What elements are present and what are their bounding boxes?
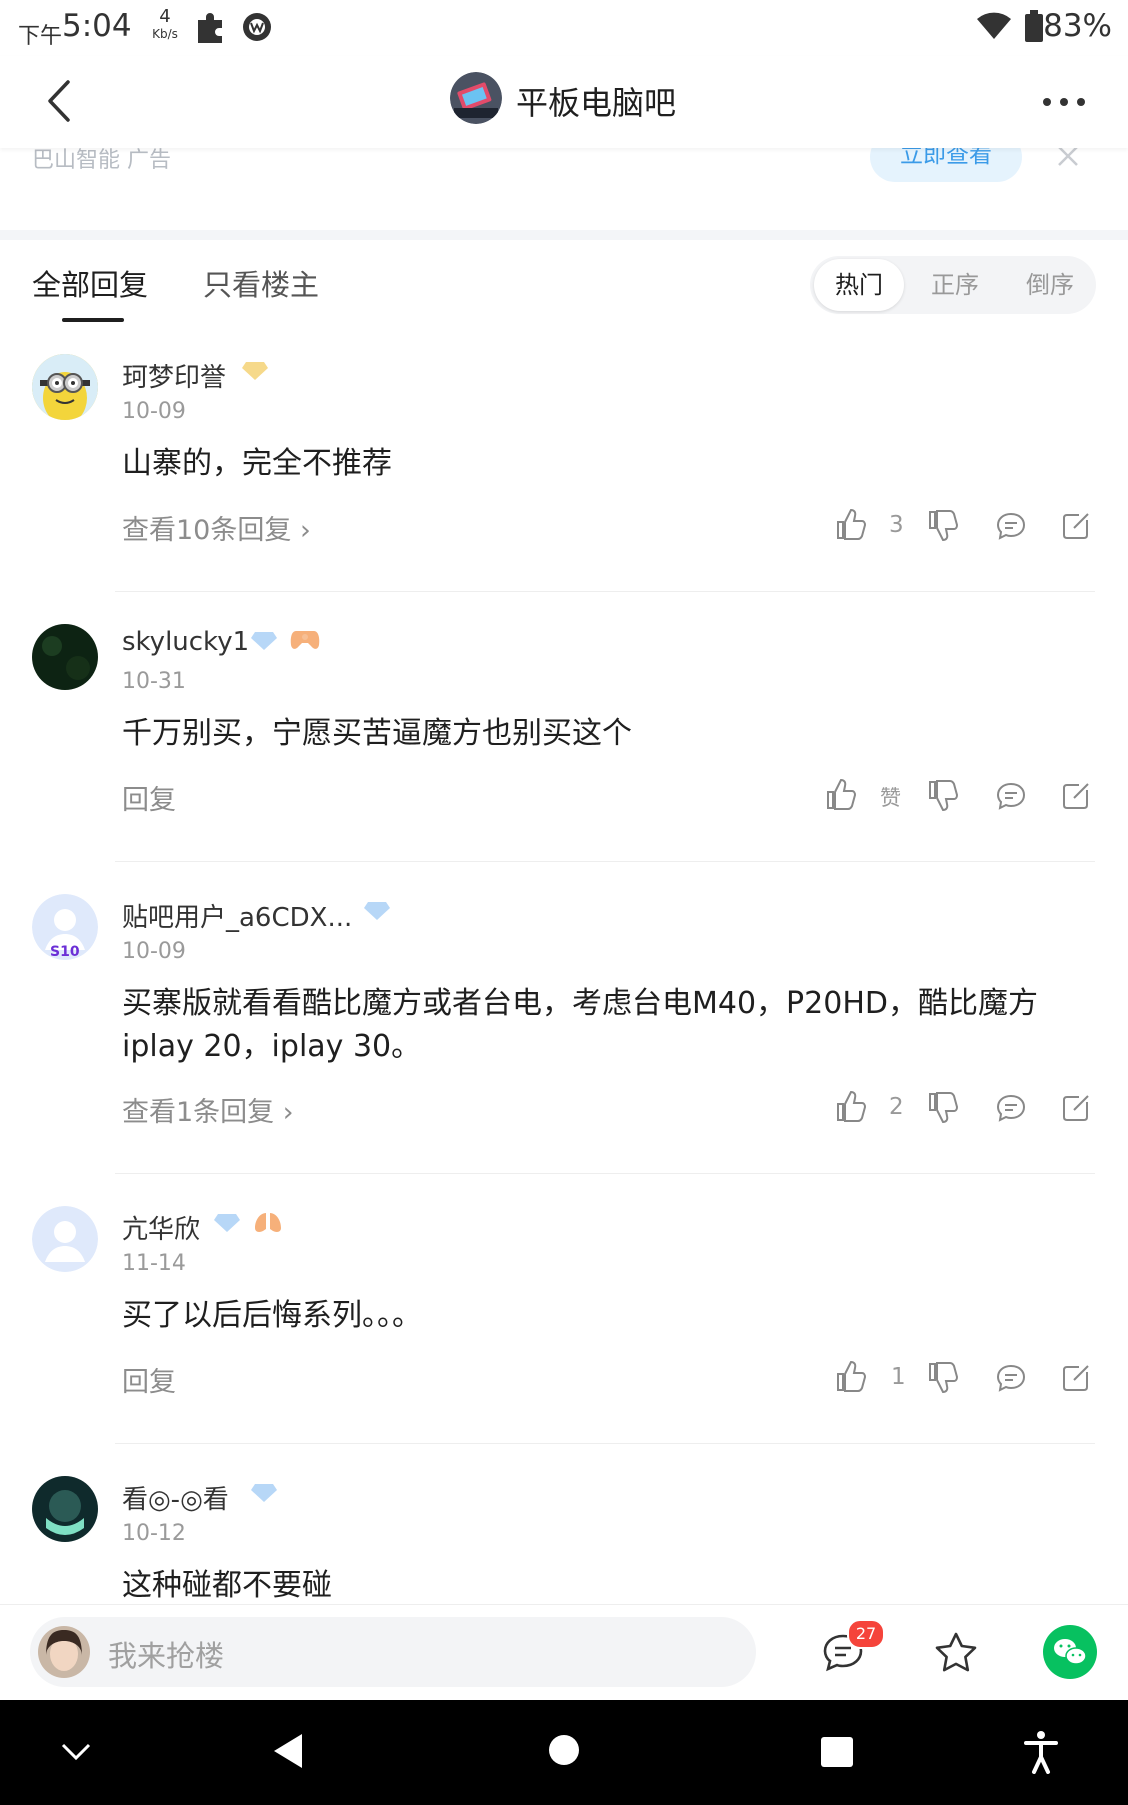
sort-hot[interactable]: 热门 (814, 259, 904, 311)
comment-text: 千万别买，宁愿买苦逼魔方也别买这个 (122, 716, 632, 751)
comment-text-line1: 买寨版就看看酷比魔方或者台电，考虑台电M40，P20HD，酷比魔方 (122, 986, 1038, 1021)
username[interactable]: skylucky1 (122, 627, 249, 657)
like-count: 2 (889, 1094, 904, 1120)
comment-icon[interactable] (996, 1094, 1026, 1122)
reply-input-placeholder: 我来抢楼 (108, 1639, 225, 1673)
post-date: 10-12 (122, 1521, 186, 1546)
battery-percent: 83% (1043, 8, 1112, 44)
lungs-badge-icon (253, 1210, 283, 1234)
network-speed-value: 4 (159, 6, 171, 27)
sort-switch: 热门 正序 倒序 (810, 256, 1096, 314)
forum-avatar[interactable] (450, 72, 502, 124)
username[interactable]: 亢华欣 (122, 1209, 200, 1246)
comment-text: 这种碰都不要碰 (122, 1568, 332, 1603)
username[interactable]: 珂梦印誉 (122, 357, 226, 394)
diamond-badge-icon (251, 1482, 277, 1502)
tab-all-replies[interactable]: 全部回复 (32, 262, 148, 304)
thumbs-up-icon[interactable] (836, 508, 866, 540)
accessibility-icon[interactable] (1024, 1730, 1058, 1774)
avatar[interactable] (32, 624, 98, 690)
post-date: 10-31 (122, 669, 186, 694)
time-prefix: 下午 (18, 24, 63, 49)
username[interactable]: 贴吧用户_a6CDX... (122, 897, 352, 934)
diamond-badge-icon (364, 900, 390, 920)
thumbs-down-icon[interactable] (928, 1362, 958, 1394)
thumbs-up-icon[interactable] (836, 1090, 866, 1122)
chevron-down-icon[interactable] (60, 1742, 92, 1762)
share-icon[interactable] (1062, 510, 1092, 540)
comment-text: 山寨的，完全不推荐 (122, 446, 392, 481)
browser-icon (241, 11, 273, 43)
comments-count-badge: 27 (847, 1619, 885, 1649)
comment-icon[interactable] (996, 512, 1026, 540)
thumbs-down-icon[interactable] (928, 1092, 958, 1124)
tab-op-only[interactable]: 只看楼主 (203, 262, 319, 304)
comment-divider (115, 861, 1095, 862)
thumbs-down-icon[interactable] (928, 780, 958, 812)
user-avatar (38, 1626, 90, 1678)
diamond-badge-icon (251, 630, 277, 650)
share-icon[interactable] (1062, 1362, 1092, 1392)
like-count: 3 (889, 512, 904, 538)
username[interactable]: 看◎-◎看 (122, 1479, 229, 1516)
comment-divider (115, 591, 1095, 592)
post-date: 10-09 (122, 939, 186, 964)
home-circle-icon[interactable] (548, 1734, 580, 1766)
like-count: 1 (891, 1364, 906, 1390)
gamepad-badge-icon (290, 629, 320, 651)
tab-active-indicator (62, 318, 124, 322)
wechat-share-icon[interactable] (1043, 1625, 1097, 1679)
system-navigation-bar (0, 1700, 1128, 1805)
comment-divider (115, 1443, 1095, 1444)
reply-input[interactable]: 我来抢楼 (30, 1617, 756, 1687)
avatar[interactable] (32, 354, 98, 420)
diamond-badge-icon (214, 1212, 240, 1232)
reply-link[interactable]: 回复 (122, 778, 176, 817)
share-icon[interactable] (1062, 780, 1092, 810)
wifi-icon (976, 12, 1012, 40)
thumbs-up-icon[interactable] (826, 778, 856, 810)
more-options-icon[interactable] (1042, 96, 1086, 108)
section-divider (0, 230, 1128, 240)
back-triangle-icon[interactable] (272, 1732, 304, 1770)
recents-square-icon[interactable] (820, 1736, 854, 1768)
comment-text: 买了以后后悔系列。。。 (122, 1298, 422, 1333)
share-icon[interactable] (1062, 1092, 1092, 1122)
battery-icon (1024, 10, 1044, 42)
thumbs-down-icon[interactable] (928, 510, 958, 542)
comment-divider (115, 1173, 1095, 1174)
puzzle-icon (195, 10, 227, 44)
reply-link[interactable]: 回复 (122, 1360, 176, 1399)
sort-descending[interactable]: 倒序 (1005, 256, 1095, 314)
star-icon[interactable] (934, 1631, 978, 1673)
network-speed-unit: Kb/s (152, 27, 178, 41)
comment-icon[interactable] (996, 782, 1026, 810)
top-navigation: 平板电脑吧 (0, 56, 1128, 148)
like-label: 赞 (880, 786, 901, 810)
level-badge-icon (242, 360, 268, 380)
status-bar: 下午 5:04 4 Kb/s 83% (0, 0, 1128, 56)
avatar[interactable] (32, 1476, 98, 1542)
view-replies-link[interactable]: 查看10条回复 › (122, 508, 311, 547)
back-arrow-icon[interactable] (44, 78, 74, 124)
comment-text-line2: iplay 20，iplay 30。 (122, 1029, 422, 1064)
avatar[interactable] (32, 1206, 98, 1272)
post-date: 10-09 (122, 399, 186, 424)
status-time: 5:04 (62, 8, 132, 44)
comment-icon[interactable] (996, 1364, 1026, 1392)
forum-title[interactable]: 平板电脑吧 (516, 78, 676, 124)
avatar-badge: S10 (50, 944, 80, 960)
post-date: 11-14 (122, 1251, 186, 1276)
sort-ascending[interactable]: 正序 (910, 256, 1000, 314)
view-replies-link[interactable]: 查看1条回复 › (122, 1090, 294, 1129)
thumbs-up-icon[interactable] (836, 1360, 866, 1392)
network-speed: 4 Kb/s (146, 6, 184, 41)
